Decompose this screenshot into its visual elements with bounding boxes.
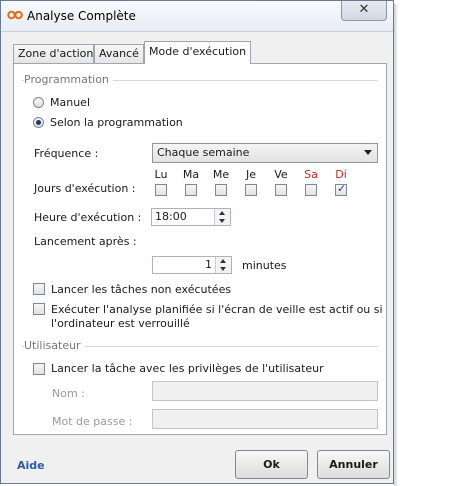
day-checkbox-je[interactable] <box>245 184 257 196</box>
day-checkbox-ma[interactable] <box>185 184 197 196</box>
tab-avance[interactable]: Avancé <box>94 44 144 63</box>
window-title: Analyse Complète <box>27 9 136 23</box>
day-checkbox-lu[interactable] <box>155 184 167 196</box>
scheduled-label: Selon la programmation <box>50 116 183 129</box>
tab-panel-mode-execution: Programmation Manuel Selon la programmat… <box>13 63 387 435</box>
day-checkbox-ve[interactable] <box>275 184 287 196</box>
help-link[interactable]: Aide <box>17 459 45 472</box>
privileges-checkbox[interactable] <box>33 363 45 375</box>
screensaver-checkbox[interactable] <box>33 303 45 315</box>
arrow-up-icon[interactable] <box>220 259 226 263</box>
tab-zone-action[interactable]: Zone d'action <box>13 44 94 63</box>
close-button[interactable]: ✕ <box>341 1 387 21</box>
time-value: 18:00 <box>155 210 187 223</box>
delay-value: 1 <box>205 258 212 271</box>
ok-button[interactable]: Ok <box>235 450 308 479</box>
password-label: Mot de passe : <box>52 415 133 428</box>
manual-label: Manuel <box>50 96 90 109</box>
arrow-up-icon[interactable] <box>219 211 225 215</box>
arrow-down-icon[interactable] <box>220 267 226 271</box>
time-label: Heure d'exécution : <box>34 211 142 224</box>
missed-tasks-checkbox[interactable] <box>33 283 45 295</box>
frequency-select[interactable]: Chaque semaine <box>152 143 378 163</box>
screensaver-label-line1: Exécuter l'analyse planifiée si l'écran … <box>51 303 383 316</box>
days-label: Jours d'exécution : <box>34 182 136 195</box>
password-input[interactable] <box>152 409 378 429</box>
day-checkbox-di[interactable] <box>335 182 347 196</box>
day-label-ma: Ma <box>182 168 200 181</box>
manual-radio[interactable] <box>33 97 44 108</box>
time-stepper[interactable]: 18:00 <box>151 208 231 226</box>
arrow-down-icon[interactable] <box>219 219 225 223</box>
name-input[interactable] <box>152 381 378 401</box>
delay-unit: minutes <box>242 259 287 272</box>
missed-tasks-label: Lancer les tâches non exécutées <box>51 283 232 296</box>
group-label-utilisateur: Utilisateur <box>24 339 85 352</box>
tab-mode-execution[interactable]: Mode d'exécution <box>144 41 251 64</box>
delay-label: Lancement après : <box>34 235 137 248</box>
screensaver-label-line2: l'ordinateur est verrouillé <box>51 317 190 330</box>
title-bar[interactable]: Analyse Complète ✕ <box>1 1 393 32</box>
privileges-label: Lancer la tâche avec les privilèges de l… <box>51 362 324 375</box>
chevron-down-icon <box>364 150 372 155</box>
delay-stepper-arrows[interactable] <box>215 257 231 273</box>
window-shadow <box>394 4 398 486</box>
name-label: Nom : <box>52 387 85 400</box>
cancel-button[interactable]: Annuler <box>317 450 390 479</box>
day-label-me: Me <box>212 168 230 181</box>
day-label-sa: Sa <box>304 168 318 181</box>
day-checkbox-sa[interactable] <box>305 184 317 196</box>
day-label-di: Di <box>335 168 347 181</box>
frequency-value: Chaque semaine <box>157 146 250 159</box>
group-label-programmation: Programmation <box>24 73 113 86</box>
app-logo-icon <box>7 10 23 20</box>
day-label-lu: Lu <box>154 168 168 181</box>
day-label-je: Je <box>245 168 256 181</box>
scheduled-radio[interactable] <box>33 117 44 128</box>
time-stepper-arrows[interactable] <box>214 209 230 225</box>
day-label-ve: Ve <box>274 168 288 181</box>
close-icon: ✕ <box>358 2 370 17</box>
day-checkbox-me[interactable] <box>215 184 227 196</box>
delay-stepper[interactable]: 1 <box>152 256 232 274</box>
dialog-window: Analyse Complète ✕ Zone d'action Avancé … <box>0 0 394 484</box>
frequency-label: Fréquence : <box>34 147 99 160</box>
